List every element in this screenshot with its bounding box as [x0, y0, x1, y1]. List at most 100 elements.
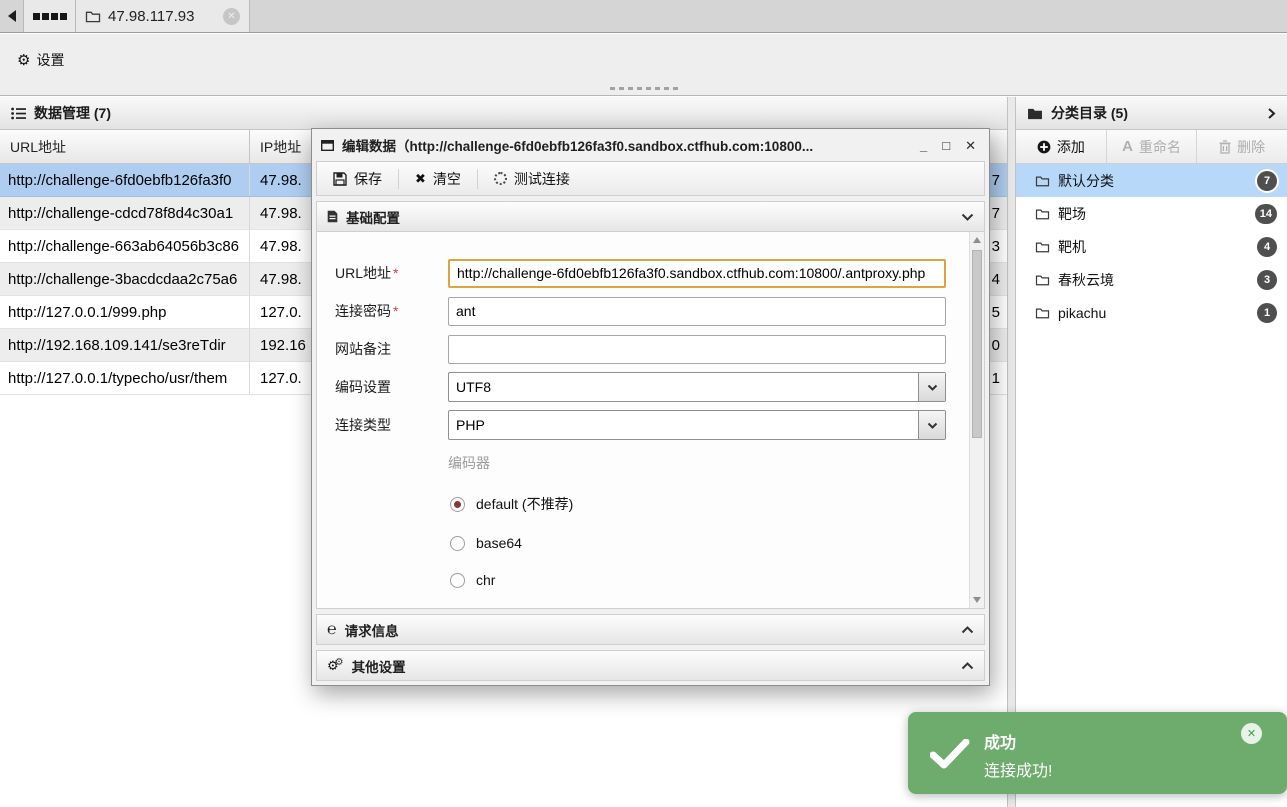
folder-icon: [1035, 241, 1050, 253]
toast-close-icon[interactable]: ✕: [1241, 723, 1262, 744]
scroll-down-icon[interactable]: [970, 592, 984, 608]
dialog-toolbar: 保存 ✖ 清空 测试连接: [316, 161, 985, 196]
dialog-title: 编辑数据（http://challenge-6fd0ebfb126fa3f0.s…: [342, 139, 814, 154]
settings-button[interactable]: ⚙ 设置: [17, 47, 64, 73]
encoder-option-default[interactable]: default (不推荐): [450, 494, 984, 514]
category-item[interactable]: 默认分类 7: [1016, 164, 1287, 197]
toast-text: 成功 连接成功!: [984, 729, 1052, 781]
form-row-conn-type: 连接类型 PHP: [335, 410, 984, 440]
category-item[interactable]: 靶机 4: [1016, 230, 1287, 263]
conn-type-select[interactable]: PHP: [448, 410, 946, 440]
chevron-up-icon[interactable]: [961, 661, 974, 670]
section-basic-label: 基础配置: [346, 210, 400, 226]
password-input[interactable]: [448, 296, 946, 326]
tab-session[interactable]: 47.98.117.93 ✕: [76, 0, 250, 32]
splitter-drag-handle[interactable]: [609, 87, 678, 90]
list-icon: [11, 107, 26, 120]
category-count-badge: 14: [1254, 203, 1277, 224]
tab-home[interactable]: [23, 0, 76, 32]
clear-button[interactable]: ✖ 清空: [399, 162, 477, 195]
section-request-info[interactable]: ℮ 请求信息: [316, 614, 985, 645]
rename-icon: A: [1122, 138, 1133, 155]
category-item[interactable]: 春秋云境 3: [1016, 263, 1287, 296]
save-button[interactable]: 保存: [317, 162, 398, 195]
category-count-badge: 1: [1257, 302, 1277, 323]
section-other-settings[interactable]: ⚙ ⚙ 其他设置: [316, 650, 985, 681]
password-label: 连接密码 *: [335, 303, 399, 319]
column-header-ip[interactable]: IP地址: [250, 130, 301, 163]
conn-type-label: 连接类型: [335, 417, 391, 433]
radio-icon[interactable]: [450, 535, 465, 551]
tab-close-icon[interactable]: ✕: [223, 7, 240, 25]
category-item[interactable]: pikachu 1: [1016, 296, 1287, 329]
category-name: pikachu: [1058, 304, 1107, 321]
trash-icon: [1219, 139, 1231, 154]
row-url: http://challenge-3bacdcdaa2c75a6: [0, 263, 250, 295]
encoding-select[interactable]: UTF8: [448, 372, 946, 402]
tab-label: 47.98.117.93: [108, 7, 195, 25]
folder-icon: [1035, 175, 1050, 187]
success-toast: 成功 连接成功! ✕: [908, 712, 1287, 794]
chevron-up-icon[interactable]: [961, 625, 974, 634]
rename-category-button[interactable]: A 重命名: [1105, 130, 1197, 163]
section-basic-config[interactable]: 基础配置: [316, 201, 985, 232]
collapse-panel-icon[interactable]: [1267, 107, 1276, 120]
category-count-badge: 7: [1257, 170, 1277, 191]
chevron-down-icon[interactable]: [961, 213, 974, 221]
grid-icon: [32, 12, 67, 20]
category-actions-bar: 添加 A 重命名 删除: [1016, 130, 1287, 164]
panel-splitter[interactable]: [1007, 97, 1016, 807]
request-icon: ℮: [327, 620, 337, 638]
radio-icon[interactable]: [450, 572, 465, 588]
document-icon: [327, 210, 338, 223]
rename-category-label: 重命名: [1138, 138, 1181, 155]
scroll-up-icon[interactable]: [970, 232, 984, 248]
tabs-back-button[interactable]: [0, 0, 23, 32]
category-item[interactable]: 靶场 14: [1016, 197, 1287, 230]
plus-circle-icon: [1037, 140, 1051, 154]
add-category-button[interactable]: 添加: [1016, 130, 1106, 163]
encoder-option-chr[interactable]: chr: [450, 572, 984, 588]
dialog-titlebar[interactable]: 编辑数据（http://challenge-6fd0ebfb126fa3f0.s…: [316, 129, 985, 161]
category-panel-title: 分类目录 (5): [1051, 105, 1128, 121]
category-name: 靶机: [1058, 238, 1086, 255]
gears-icon: ⚙ ⚙: [327, 656, 344, 673]
radio-selected-icon[interactable]: [450, 496, 465, 512]
required-asterisk: *: [393, 265, 399, 281]
category-count-badge: 4: [1257, 236, 1277, 257]
category-panel-header: 分类目录 (5): [1016, 97, 1287, 130]
delete-category-button[interactable]: 删除: [1196, 130, 1287, 163]
tab-bar: 47.98.117.93 ✕: [0, 0, 1287, 33]
clear-label: 清空: [432, 170, 461, 187]
row-url: http://challenge-6fd0ebfb126fa3f0: [0, 164, 250, 196]
chevron-down-icon: [927, 384, 938, 391]
test-connection-button[interactable]: 测试连接: [478, 162, 586, 195]
dropdown-button[interactable]: [918, 373, 945, 401]
column-header-url[interactable]: URL地址: [0, 130, 250, 163]
encoder-option-label: default (不推荐): [476, 496, 574, 512]
required-asterisk: *: [393, 303, 399, 319]
category-panel: 分类目录 (5) 添加 A 重命名 删除 默认分类 7 靶场 14 靶机 4 春…: [1016, 97, 1287, 807]
category-name: 默认分类: [1058, 172, 1114, 189]
encoder-option-base64[interactable]: base64: [450, 535, 984, 551]
close-icon[interactable]: ✕: [965, 139, 976, 152]
minimize-icon[interactable]: _: [920, 139, 927, 152]
window-icon: [321, 139, 334, 151]
row-url: http://192.168.109.141/se3reTdir: [0, 329, 250, 361]
folder-filled-icon: [1027, 107, 1043, 120]
dropdown-button[interactable]: [918, 411, 945, 439]
note-input[interactable]: [448, 334, 946, 364]
maximize-icon[interactable]: □: [942, 139, 950, 152]
form-row-password: 连接密码 *: [335, 296, 984, 326]
url-input[interactable]: [448, 258, 946, 288]
encoding-value: UTF8: [456, 379, 491, 395]
toast-message: 连接成功!: [984, 763, 1053, 780]
category-name: 靶场: [1058, 205, 1086, 222]
encoding-label: 编码设置: [335, 379, 391, 395]
form-scrollbar[interactable]: [969, 232, 984, 608]
gear-icon: ⚙: [17, 51, 31, 69]
form-row-note: 网站备注: [335, 334, 984, 364]
scrollbar-thumb[interactable]: [972, 250, 982, 438]
chevron-down-icon: [927, 422, 938, 429]
data-panel-header: 数据管理 (7): [0, 97, 1007, 130]
